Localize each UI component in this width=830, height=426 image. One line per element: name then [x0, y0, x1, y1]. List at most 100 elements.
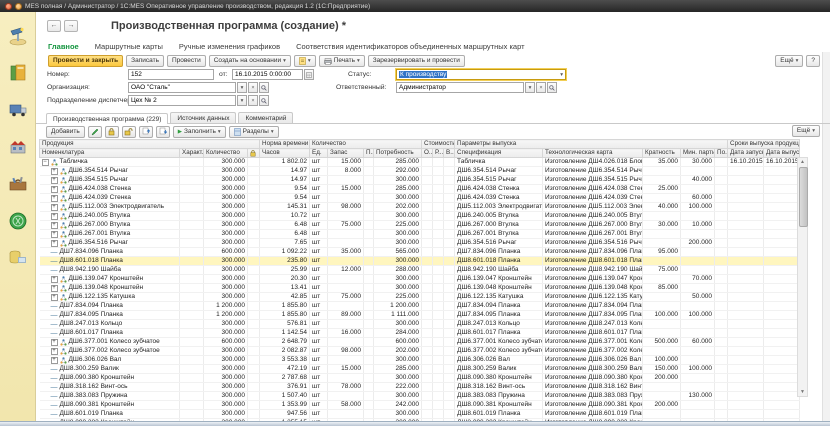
cell-name[interactable]: —ДШ8.601.019 Планка [40, 410, 180, 419]
cell-stock[interactable]: 8.000 [328, 167, 364, 176]
cell-spec[interactable]: ДШ6.267.000 Втулка [455, 221, 543, 230]
cell-qty[interactable]: 300.000 [204, 158, 248, 167]
cell-tech[interactable]: Изготовление ДШ6.139.047 Кронштейн [543, 275, 643, 284]
cell-release[interactable] [764, 374, 800, 383]
cell-minb[interactable]: 130.000 [681, 392, 715, 401]
cell-tech[interactable]: Изготовление ДШ6.240.005 Втулка [543, 212, 643, 221]
cell-spec[interactable]: ДШ8.383.083 Пружина [455, 392, 543, 401]
cell-launch[interactable] [728, 302, 764, 311]
cell-po[interactable] [715, 203, 728, 212]
cell-need[interactable]: 202.000 [374, 347, 422, 356]
column-header-hours[interactable]: Часов [260, 149, 310, 158]
cell-lock[interactable] [248, 194, 260, 203]
reserve-and-post-button[interactable]: Зарезервировать и провести [368, 55, 465, 67]
cell-mult[interactable] [643, 257, 681, 266]
table-row[interactable]: −Табличка300.0001 802.02шт15.000285.000Т… [40, 158, 800, 167]
cell-stock[interactable] [328, 257, 364, 266]
cell-minb[interactable] [681, 167, 715, 176]
cell-qty[interactable]: 300.000 [204, 230, 248, 239]
cell-p[interactable] [364, 248, 374, 257]
cell-char[interactable] [180, 293, 204, 302]
cell-mult[interactable]: 200.000 [643, 374, 681, 383]
cell-name[interactable]: +ДШ6.267.000 Втулка [40, 221, 180, 230]
cell-launch[interactable] [728, 257, 764, 266]
cell-o[interactable] [422, 212, 433, 221]
cell-p[interactable] [364, 266, 374, 275]
cell-release[interactable] [764, 356, 800, 365]
cell-minb[interactable] [681, 212, 715, 221]
cell-minb[interactable]: 40.000 [681, 176, 715, 185]
cell-tech[interactable]: Изготовление ДШ7.834.096 Планка [543, 248, 643, 257]
fill-button[interactable]: ▶ Заполнить▾ [173, 126, 226, 138]
calendar-button[interactable] [304, 69, 314, 80]
cell-r[interactable] [433, 185, 444, 194]
tree-expander[interactable]: + [51, 276, 58, 283]
cell-o[interactable] [422, 284, 433, 293]
cell-po[interactable] [715, 221, 728, 230]
cell-name[interactable]: +ДШ6.377.002 Колесо зубчатое [40, 347, 180, 356]
forward-button[interactable]: → [64, 20, 78, 32]
cell-tech[interactable]: Изготовление ДШ8.318.162 Винт-ось [543, 383, 643, 392]
cell-spec[interactable]: ДШ8.247.013 Кольцо [455, 320, 543, 329]
move-up-button[interactable] [139, 126, 153, 138]
cell-qty[interactable]: 600.000 [204, 338, 248, 347]
cell-char[interactable] [180, 392, 204, 401]
cell-po[interactable] [715, 266, 728, 275]
cell-v[interactable] [444, 320, 455, 329]
sidebar-item-data[interactable] [6, 246, 30, 270]
cell-mult[interactable] [643, 392, 681, 401]
cell-p[interactable] [364, 284, 374, 293]
cell-p[interactable] [364, 410, 374, 419]
cell-lock[interactable] [248, 401, 260, 410]
cell-r[interactable] [433, 383, 444, 392]
cell-need[interactable]: 222.000 [374, 383, 422, 392]
cell-tech[interactable]: Изготовление ДШ8.090.380 Кронштейн [543, 374, 643, 383]
cell-lock[interactable] [248, 284, 260, 293]
cell-po[interactable] [715, 383, 728, 392]
cell-launch[interactable] [728, 221, 764, 230]
cell-minb[interactable]: 100.000 [681, 311, 715, 320]
window-menu-icon[interactable] [5, 3, 12, 10]
cell-tech[interactable]: Изготовление ДШ8.383.083 Пружина [543, 392, 643, 401]
add-row-button[interactable]: Добавить [46, 126, 85, 138]
cell-minb[interactable] [681, 320, 715, 329]
cell-hours[interactable]: 1 353.99 [260, 401, 310, 410]
cell-minb[interactable] [681, 356, 715, 365]
cell-v[interactable] [444, 275, 455, 284]
cell-hours[interactable]: 7.65 [260, 239, 310, 248]
cell-hours[interactable]: 9.54 [260, 185, 310, 194]
cell-name[interactable]: +ДШ6.354.514 Рычаг [40, 167, 180, 176]
column-header-spec[interactable]: Спецификация [455, 149, 543, 158]
cell-tech[interactable]: Изготовление ДШ6.139.048 Кронштейн [543, 284, 643, 293]
cell-release[interactable] [764, 275, 800, 284]
sidebar-item-catalogs[interactable] [6, 61, 30, 85]
cell-need[interactable]: 202.000 [374, 203, 422, 212]
document-menu-button[interactable]: ▾ [294, 55, 316, 67]
cell-tech[interactable]: Изготовление ДШ6.377.002 Колесо зубчатое [543, 347, 643, 356]
table-row[interactable]: +ДШ6.377.002 Колесо зубчатое300.0002 082… [40, 347, 800, 356]
cell-unit[interactable]: шт [310, 374, 328, 383]
cell-qty[interactable]: 300.000 [204, 284, 248, 293]
cell-po[interactable] [715, 410, 728, 419]
cell-lock[interactable] [248, 374, 260, 383]
cell-minb[interactable] [681, 230, 715, 239]
cell-name[interactable]: +ДШ6.306.026 Вал [40, 356, 180, 365]
cell-launch[interactable] [728, 203, 764, 212]
cell-unit[interactable]: шт [310, 275, 328, 284]
table-row[interactable]: —ДШ8.601.019 Планка300.000947.56шт300.00… [40, 410, 800, 419]
cell-tech[interactable]: Изготовление ДШ6.354.516 Рычаг [543, 239, 643, 248]
cell-name[interactable]: +ДШ6.424.038 Стенка [40, 185, 180, 194]
table-row[interactable]: —ДШ7.834.094 Планка1 200.0001 855.80шт1 … [40, 302, 800, 311]
cell-v[interactable] [444, 257, 455, 266]
cell-minb[interactable]: 100.000 [681, 365, 715, 374]
cell-r[interactable] [433, 230, 444, 239]
cell-spec[interactable]: ДШ6.354.515 Рычаг [455, 176, 543, 185]
cell-unit[interactable]: шт [310, 176, 328, 185]
tree-expander[interactable]: + [51, 231, 58, 238]
cell-lock[interactable] [248, 158, 260, 167]
cell-po[interactable] [715, 347, 728, 356]
subtab-production-program[interactable]: Производственная программа (229) [46, 113, 168, 124]
cell-unit[interactable]: шт [310, 167, 328, 176]
cell-p[interactable] [364, 239, 374, 248]
cell-lock[interactable] [248, 347, 260, 356]
